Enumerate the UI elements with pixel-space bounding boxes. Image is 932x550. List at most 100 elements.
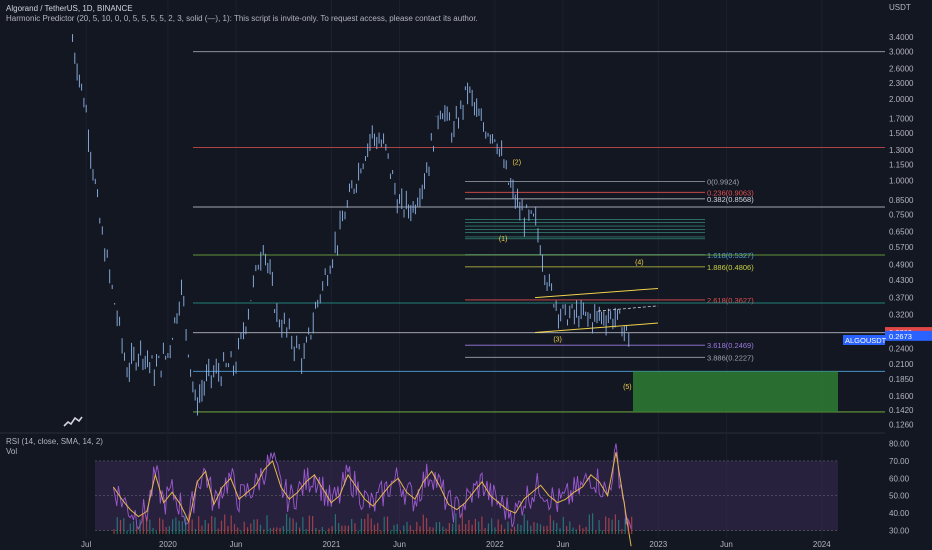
time-tick-label: Jul [81, 540, 91, 549]
price-tick-label: 0.4300 [889, 276, 914, 285]
volume-bar [419, 526, 421, 534]
volume-bar [556, 522, 558, 534]
volume-bar [432, 527, 434, 534]
volume-bar [276, 527, 278, 534]
volume-bar [559, 528, 561, 534]
volume-bar [201, 525, 203, 534]
volume-bar [474, 518, 476, 534]
volume-bar [331, 526, 333, 534]
volume-bar [158, 517, 161, 534]
fib-label: 3.618(0.2469) [707, 341, 754, 350]
volume-bar [598, 520, 600, 534]
price-tick-label: 0.4900 [889, 261, 914, 270]
volume-bar [145, 516, 148, 534]
volume-bar [478, 521, 480, 534]
volume-bar [253, 519, 255, 534]
volume-bar [302, 517, 304, 534]
price-tick-label: 1.0000 [889, 177, 914, 186]
fib-label: 1.886(0.4806) [707, 263, 754, 272]
volume-bar [543, 526, 545, 534]
volume-bar [328, 528, 330, 534]
volume-bar [220, 520, 223, 534]
channel-top-line [534, 287, 659, 299]
volume-bar [569, 521, 571, 534]
volume-bar [399, 530, 402, 534]
volume-bar [370, 518, 372, 534]
volume-bar [510, 528, 512, 534]
rsi-title[interactable]: RSI (14, close, SMA, 14, 2) [6, 437, 103, 447]
volume-bar [565, 526, 568, 534]
time-tick-label: 2024 [813, 540, 831, 549]
volume-bar [334, 514, 337, 534]
volume-bar [211, 516, 213, 534]
indicator-title[interactable]: Harmonic Predictor (20, 5, 10, 0, 0, 5, … [6, 14, 478, 24]
volume-bar [188, 513, 190, 534]
volume-bar [224, 514, 226, 534]
tradingview-logo-icon[interactable] [62, 414, 84, 428]
wave-label: (4) [635, 260, 644, 267]
volume-bar [338, 522, 340, 534]
volume-bar [523, 514, 525, 534]
volume-bar [390, 530, 392, 534]
vol-title[interactable]: Vol [6, 447, 103, 457]
volume-bar [588, 514, 590, 534]
fib-label: 2.618(0.3627) [707, 296, 754, 305]
symbol-title[interactable]: Algorand / TetherUS, 1D, BINANCE [6, 4, 478, 14]
wave-label: (5) [623, 384, 632, 391]
volume-bar [315, 527, 317, 534]
volume-bar [491, 518, 493, 534]
volume-bar [279, 527, 281, 534]
volume-bar [409, 525, 411, 534]
rsi-tick-label: 40.00 [889, 509, 910, 518]
volume-bar [445, 528, 447, 534]
volume-bar [442, 526, 444, 534]
volume-bar [438, 521, 441, 534]
wave-label: (1) [499, 236, 508, 243]
volume-bar [256, 519, 258, 534]
rsi-tick-label: 30.00 [889, 527, 910, 536]
time-tick-label: 2021 [322, 540, 340, 549]
volume-bar [429, 526, 431, 534]
volume-bar [354, 523, 356, 534]
price-tick-label: 0.1420 [889, 406, 914, 415]
volume-bar [367, 513, 369, 534]
volume-bar [266, 515, 268, 534]
volume-bar [448, 523, 450, 534]
volume-bar [357, 530, 359, 534]
volume-bar [318, 529, 320, 534]
price-tick-label: 0.5700 [889, 243, 914, 252]
price-tick-label: 0.1600 [889, 392, 914, 401]
volume-bar [406, 521, 408, 534]
volume-bar [139, 519, 141, 534]
volume-bar [132, 521, 135, 534]
volume-bar [175, 517, 177, 534]
volume-bar [269, 528, 271, 534]
wave-label: (2) [512, 159, 521, 166]
price-tick-label: 0.3700 [889, 294, 914, 303]
volume-bar [233, 524, 236, 534]
time-tick-label: Jun [393, 540, 406, 549]
chart-header: Algorand / TetherUS, 1D, BINANCE Harmoni… [6, 4, 478, 24]
volume-bar [204, 520, 206, 534]
volume-bar [468, 519, 470, 534]
volume-bar [631, 516, 633, 534]
price-tick-label: 0.8500 [889, 196, 914, 205]
volume-bar [592, 513, 594, 534]
volume-bar [611, 519, 613, 534]
volume-bar [312, 515, 314, 534]
volume-bar [347, 525, 350, 534]
volume-bar [383, 516, 385, 534]
volume-bar [227, 525, 229, 534]
volume-bar [126, 530, 128, 534]
volume-bar [608, 517, 610, 534]
volume-bar [321, 526, 323, 534]
volume-bar [272, 527, 275, 534]
price-tick-label: 0.2100 [889, 360, 914, 369]
volume-bar [530, 525, 532, 534]
volume-bar [425, 517, 428, 534]
volume-bar [624, 518, 626, 534]
volume-bar [308, 515, 310, 534]
volume-bar [351, 518, 353, 534]
volume-bar [246, 527, 249, 534]
volume-bar [481, 516, 483, 534]
